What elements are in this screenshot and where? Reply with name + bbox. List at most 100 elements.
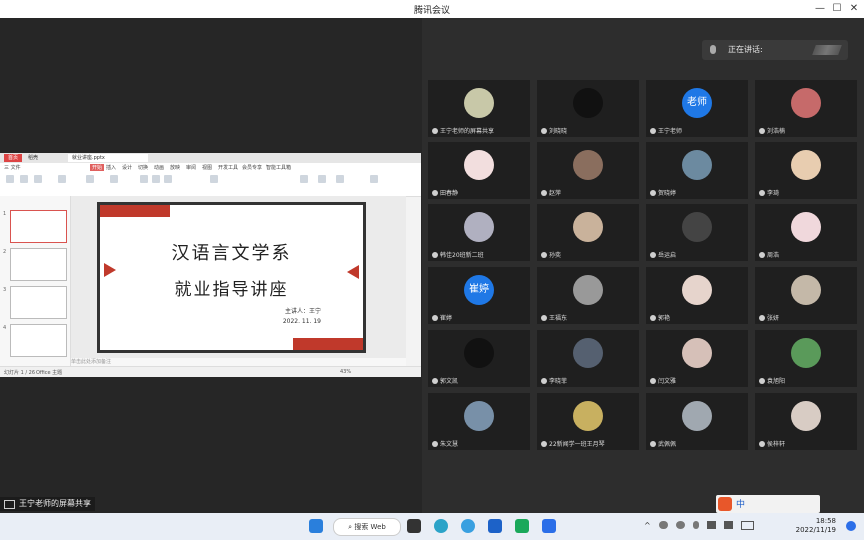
bold-icon[interactable] [140, 175, 148, 183]
cut-icon[interactable] [20, 175, 28, 183]
notification-icon[interactable] [846, 521, 856, 531]
windows-taskbar: ⌕ 搜索 Web ^ 18:58 2022/11/19 [0, 513, 864, 540]
participant-tile[interactable]: 周浩 [755, 204, 857, 261]
ime-mode-label[interactable]: 中 [736, 497, 745, 510]
slide-thumbnail-1[interactable]: 1 [3, 210, 67, 243]
participant-name: 韩佳20班新二班 [440, 252, 484, 259]
participant-tile[interactable]: 韩佳20班新二班 [428, 204, 530, 261]
participant-tile[interactable]: 老师 王宁老师 [646, 80, 748, 137]
participant-tile[interactable]: 李琦 [755, 142, 857, 199]
shape-icon[interactable] [318, 175, 326, 183]
participant-name-row: 朱文慧 [432, 439, 458, 448]
slide-thumbnail-4[interactable]: 4 [3, 324, 67, 357]
taskbar-clock[interactable]: 18:58 2022/11/19 [796, 517, 836, 535]
slide-presenter: 主讲人：王宁 [284, 308, 321, 315]
sync-icon[interactable] [675, 521, 685, 529]
participant-tile[interactable]: 武佩佩 [646, 393, 748, 450]
volume-icon[interactable] [723, 521, 733, 529]
browser-icon[interactable] [461, 519, 475, 533]
participant-tile[interactable]: 贺晓婷 [646, 142, 748, 199]
speaking-indicator: 正在讲话: [702, 40, 848, 60]
participant-name: 周浩 [767, 252, 780, 259]
menu-transition[interactable]: 切换 [138, 164, 148, 171]
participant-tile[interactable]: 闫文雅 [646, 330, 748, 387]
menu-file[interactable]: 三 文件 [4, 164, 21, 171]
participant-tile[interactable]: 刘浩楠 [755, 80, 857, 137]
menu-animation[interactable]: 动画 [154, 164, 164, 171]
underline-icon[interactable] [164, 175, 172, 183]
menu-slideshow[interactable]: 放映 [170, 164, 180, 171]
edge-icon[interactable] [434, 519, 448, 533]
menu-member[interactable]: 会员专享 [242, 164, 262, 171]
mic-icon [432, 440, 438, 447]
app-green-icon[interactable] [515, 519, 529, 533]
align-icon[interactable] [210, 175, 218, 183]
copy-icon[interactable] [34, 175, 42, 183]
participant-tile[interactable]: 刘晓晓 [537, 80, 639, 137]
tab-document[interactable]: 就业讲座.pptx [68, 154, 148, 162]
mic-icon [432, 127, 438, 134]
mic-icon [650, 189, 656, 196]
participant-tile[interactable]: 王福东 [537, 267, 639, 324]
participant-tile[interactable]: 岳运启 [646, 204, 748, 261]
menu-insert[interactable]: 插入 [106, 164, 116, 171]
tencent-meeting-icon[interactable] [542, 519, 556, 533]
maximize-button[interactable]: ☐ [830, 2, 844, 16]
participant-tile[interactable]: 朱文慧 [428, 393, 530, 450]
windows-start-icon[interactable] [309, 519, 323, 533]
participant-tile[interactable]: 张妍 [755, 267, 857, 324]
participant-name: 岳运启 [658, 252, 677, 259]
mic-tray-icon[interactable] [692, 521, 699, 529]
format-painter-icon[interactable] [58, 175, 66, 183]
current-slide[interactable]: 汉语言文学系 就业指导讲座 主讲人：王宁 2022. 11. 19 [97, 202, 366, 353]
participant-tile[interactable]: 赵萍 [537, 142, 639, 199]
file-explorer-icon[interactable] [407, 519, 421, 533]
slide-decor-top-left [100, 205, 170, 217]
participant-tile[interactable]: 王宁老师的屏幕共享 [428, 80, 530, 137]
menu-view[interactable]: 视图 [202, 164, 212, 171]
participant-tile[interactable]: 郭文凯 [428, 330, 530, 387]
slide-thumbnail-3[interactable]: 3 [3, 286, 67, 319]
anime-avatar [791, 401, 821, 431]
participant-name-row: 李琦 [759, 188, 779, 197]
screen-share-icon [4, 499, 15, 509]
participant-name-row: 王宁老师 [650, 126, 682, 135]
participant-tile[interactable]: 田春静 [428, 142, 530, 199]
participant-tile[interactable]: 袁旭阳 [755, 330, 857, 387]
notes-field[interactable]: 单击此处添加备注 [71, 358, 406, 366]
participant-tile[interactable]: 22新闻学一班王月琴 [537, 393, 639, 450]
italic-icon[interactable] [152, 175, 160, 183]
sogou-icon[interactable] [718, 497, 732, 511]
close-button[interactable]: ✕ [847, 2, 861, 16]
tab-home[interactable]: 首页 [4, 154, 23, 162]
battery-icon[interactable] [740, 521, 754, 530]
paste-icon[interactable] [6, 175, 14, 183]
menu-devtools[interactable]: 开发工具 [218, 164, 238, 171]
minimize-button[interactable]: — [813, 2, 827, 16]
zoom-level[interactable]: 43% [340, 369, 351, 375]
layout-icon[interactable] [110, 175, 118, 183]
landscape-avatar [464, 88, 494, 118]
app-blue-icon[interactable] [488, 519, 502, 533]
cute-avatar [791, 212, 821, 242]
participant-tile[interactable]: 孙奕 [537, 204, 639, 261]
find-icon[interactable] [370, 175, 378, 183]
arrange-icon[interactable] [336, 175, 344, 183]
participant-tile[interactable]: 侯梓轩 [755, 393, 857, 450]
participant-name: 田春静 [440, 190, 459, 197]
chevron-up-icon[interactable]: ^ [644, 521, 651, 531]
participant-tile[interactable]: 崔婷 崔婷 [428, 267, 530, 324]
menu-review[interactable]: 审阅 [186, 164, 196, 171]
slide-thumbnail-2[interactable]: 2 [3, 248, 67, 281]
textbox-icon[interactable] [300, 175, 308, 183]
new-slide-icon[interactable] [86, 175, 94, 183]
tab-daoke[interactable]: 稻壳 [24, 154, 42, 162]
taskbar-search-input[interactable]: ⌕ 搜索 Web [333, 518, 401, 536]
menu-design[interactable]: 设计 [122, 164, 132, 171]
wifi-icon[interactable] [706, 521, 716, 529]
participant-tile[interactable]: 郭艳 [646, 267, 748, 324]
cloud-icon[interactable] [658, 521, 668, 529]
participant-tile[interactable]: 李晓菲 [537, 330, 639, 387]
menu-start[interactable]: 开始 [90, 164, 105, 171]
menu-toolbox[interactable]: 智能工具箱 [266, 164, 291, 171]
